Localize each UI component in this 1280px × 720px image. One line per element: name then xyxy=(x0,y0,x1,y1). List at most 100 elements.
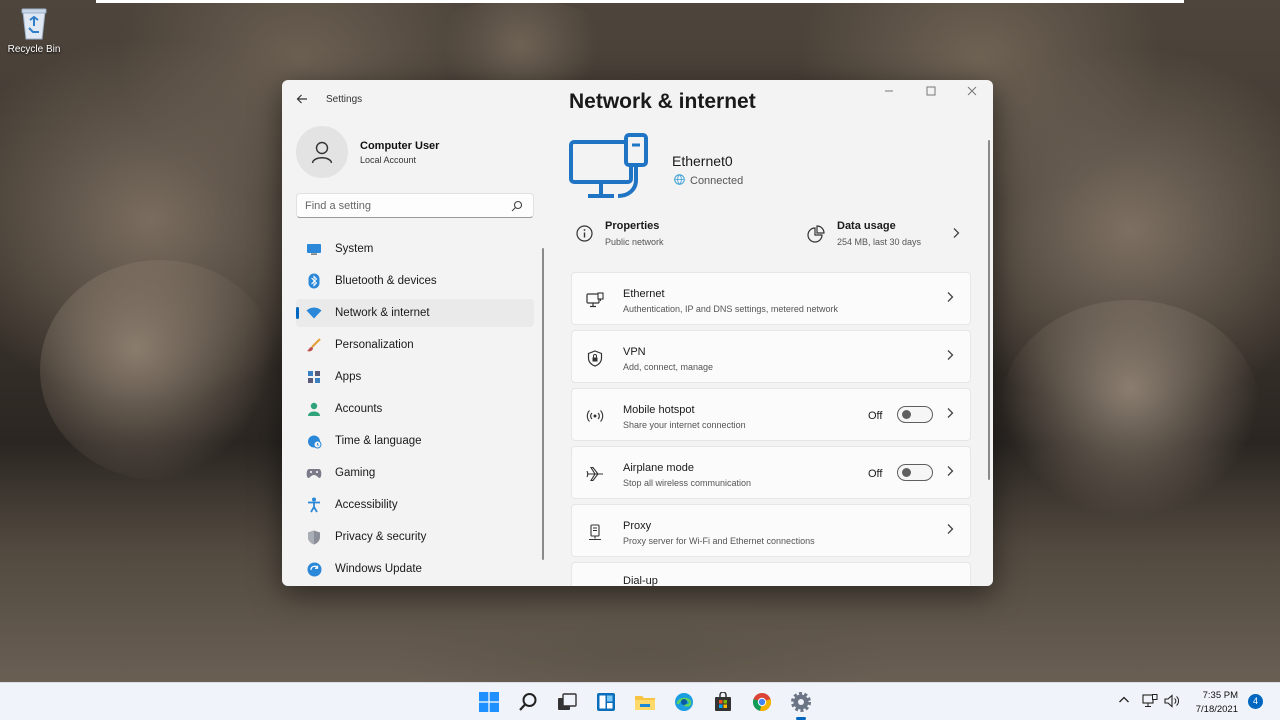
chevron-up-icon[interactable] xyxy=(1118,694,1130,708)
edge-icon[interactable] xyxy=(673,691,695,713)
card-title: Ethernet xyxy=(623,288,665,300)
maximize-icon xyxy=(926,86,936,96)
widgets-icon[interactable] xyxy=(595,691,617,713)
maximize-button[interactable] xyxy=(916,86,946,102)
clock-time: 7:35 PM xyxy=(1202,690,1238,701)
gamepad-icon xyxy=(306,465,322,481)
minimize-button[interactable] xyxy=(874,86,904,102)
recycle-bin[interactable]: Recycle Bin xyxy=(4,6,64,55)
search-icon[interactable] xyxy=(517,691,539,713)
sidebar-item-apps[interactable]: Apps xyxy=(296,363,534,391)
chevron-right-icon xyxy=(946,349,954,364)
close-icon xyxy=(967,86,977,96)
top-strip xyxy=(96,0,1184,3)
person-icon xyxy=(306,401,322,417)
pie-chart-icon xyxy=(807,225,825,248)
file-explorer-icon[interactable] xyxy=(634,691,656,713)
apps-icon xyxy=(306,369,322,385)
card-title: Mobile hotspot xyxy=(623,404,695,416)
sidebar-item-privacy-security[interactable]: Privacy & security xyxy=(296,523,534,551)
properties-title: Properties xyxy=(605,220,660,232)
chevron-right-icon xyxy=(946,523,954,538)
window-title: Settings xyxy=(326,94,363,105)
settings-window: Settings Computer User Local Account Sys… xyxy=(282,80,993,586)
content-scrollbar[interactable] xyxy=(988,140,990,480)
sidebar-item-accounts[interactable]: Accounts xyxy=(296,395,534,423)
toggle-state-label: Off xyxy=(868,468,883,480)
data-usage-link[interactable]: Data usage 254 MB, last 30 days xyxy=(807,220,921,248)
account-type: Local Account xyxy=(360,154,417,165)
dialup-icon xyxy=(586,581,604,586)
settings-icon[interactable] xyxy=(790,691,812,713)
properties-link[interactable]: Properties Public network xyxy=(576,220,664,247)
bluetooth-icon xyxy=(306,273,322,289)
globe-icon xyxy=(674,174,685,188)
task-view-icon[interactable] xyxy=(556,691,578,713)
connection-name: Ethernet0 xyxy=(672,153,733,169)
clock-date: 7/18/2021 xyxy=(1195,704,1238,715)
data-usage-subtitle: 254 MB, last 30 days xyxy=(837,237,922,247)
sidebar-item-gaming[interactable]: Gaming xyxy=(296,459,534,487)
toggle-state-label: Off xyxy=(868,410,883,422)
taskbar: 7:35 PM 7/18/2021 4 xyxy=(0,682,1280,720)
airplane-icon xyxy=(586,465,604,483)
network-tray-icon[interactable] xyxy=(1142,694,1158,711)
search-icon[interactable] xyxy=(511,199,523,217)
sidebar-item-time-language[interactable]: Time & language xyxy=(296,427,534,455)
connection-status: Connected xyxy=(674,174,743,188)
sidebar-scrollbar[interactable] xyxy=(542,248,544,560)
sidebar-item-label: Apps xyxy=(335,371,362,383)
user-avatar-icon xyxy=(311,141,333,164)
proxy-icon xyxy=(586,523,604,541)
close-button[interactable] xyxy=(957,86,987,102)
mobile-hotspot-toggle[interactable] xyxy=(897,406,933,423)
recycle-bin-icon xyxy=(19,6,49,40)
mobile-hotspot-card[interactable]: Mobile hotspot Share your internet conne… xyxy=(571,388,971,441)
sidebar-nav: System Bluetooth & devices Network & int… xyxy=(296,235,534,586)
card-subtitle: Share your internet connection xyxy=(623,420,746,430)
sidebar-item-network-internet[interactable]: Network & internet xyxy=(296,299,534,327)
sidebar-item-system[interactable]: System xyxy=(296,235,534,263)
sidebar-item-accessibility[interactable]: Accessibility xyxy=(296,491,534,519)
dial-up-card[interactable]: Dial-up xyxy=(571,562,971,586)
connection-status-text: Connected xyxy=(690,175,744,187)
recycle-bin-label: Recycle Bin xyxy=(7,44,61,55)
user-profile[interactable]: Computer User Local Account xyxy=(296,126,439,178)
sidebar-item-personalization[interactable]: Personalization xyxy=(296,331,534,359)
proxy-card[interactable]: Proxy Proxy server for Wi-Fi and Etherne… xyxy=(571,504,971,557)
properties-subtitle: Public network xyxy=(605,237,664,247)
chrome-icon[interactable] xyxy=(751,691,773,713)
vpn-shield-icon xyxy=(586,349,604,367)
info-icon xyxy=(576,225,593,247)
accessibility-icon xyxy=(306,497,322,513)
volume-icon[interactable] xyxy=(1164,694,1180,711)
notification-badge[interactable]: 4 xyxy=(1248,694,1263,709)
hotspot-icon xyxy=(586,407,604,425)
chevron-right-icon xyxy=(946,465,954,480)
sidebar-item-label: Accounts xyxy=(335,403,383,415)
chevron-right-icon[interactable] xyxy=(952,226,960,242)
sidebar-item-label: Time & language xyxy=(335,435,422,447)
ethernet-monitor-icon xyxy=(568,132,654,213)
sidebar-item-bluetooth-devices[interactable]: Bluetooth & devices xyxy=(296,267,534,295)
sidebar-item-label: System xyxy=(335,243,374,255)
back-arrow-icon[interactable] xyxy=(296,92,308,108)
card-title: VPN xyxy=(623,346,646,358)
sidebar-item-windows-update[interactable]: Windows Update xyxy=(296,555,534,583)
card-title: Dial-up xyxy=(623,575,658,586)
airplane-mode-card[interactable]: Airplane mode Stop all wireless communic… xyxy=(571,446,971,499)
start-icon[interactable] xyxy=(478,691,500,713)
ethernet-card[interactable]: Ethernet Authentication, IP and DNS sett… xyxy=(571,272,971,325)
search-input[interactable] xyxy=(297,194,497,217)
store-icon[interactable] xyxy=(712,691,734,713)
brush-icon xyxy=(306,337,322,353)
vpn-card[interactable]: VPN Add, connect, manage xyxy=(571,330,971,383)
clock[interactable]: 7:35 PM 7/18/2021 xyxy=(1188,689,1238,717)
monitor-icon xyxy=(306,241,322,257)
airplane-mode-toggle[interactable] xyxy=(897,464,933,481)
sidebar-item-label: Bluetooth & devices xyxy=(335,275,437,287)
card-subtitle: Proxy server for Wi-Fi and Ethernet conn… xyxy=(623,536,815,546)
sidebar-item-label: Gaming xyxy=(335,467,376,479)
card-subtitle: Stop all wireless communication xyxy=(623,478,752,488)
globe-clock-icon xyxy=(306,433,322,449)
